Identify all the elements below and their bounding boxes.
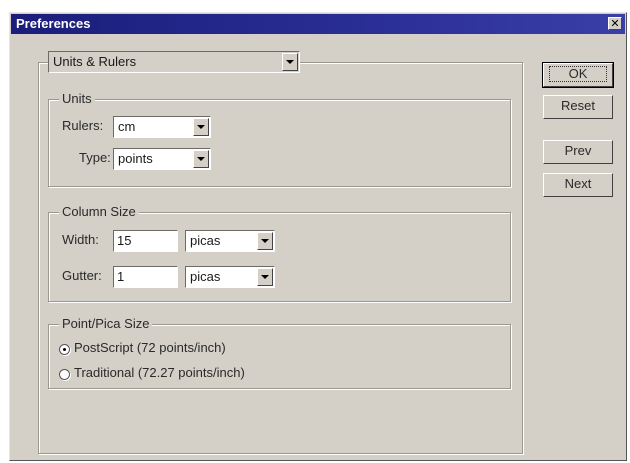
traditional-option-label[interactable]: Traditional (72.27 points/inch) (74, 365, 245, 380)
column-size-group: Column Size Width: 15 picas Gutter: 1 pi… (48, 204, 511, 302)
gutter-unit-select[interactable]: picas (185, 266, 275, 288)
column-size-legend: Column Size (59, 204, 139, 219)
units-legend: Units (59, 91, 95, 106)
chevron-down-icon[interactable] (193, 150, 209, 168)
rulers-label: Rulers: (62, 118, 104, 133)
next-button[interactable]: Next (543, 173, 613, 197)
point-pica-legend: Point/Pica Size (59, 316, 153, 331)
type-select-value: points (118, 151, 153, 166)
type-select[interactable]: points (113, 148, 211, 170)
gutter-unit-value: picas (190, 269, 221, 284)
postscript-radio[interactable] (59, 344, 70, 355)
ok-button-label: OK (549, 66, 607, 82)
reset-button[interactable]: Reset (543, 95, 613, 119)
gutter-label: Gutter: (62, 268, 102, 283)
section-select-value: Units & Rulers (53, 54, 137, 69)
width-input[interactable]: 15 (113, 230, 178, 252)
rulers-select-value: cm (118, 119, 136, 134)
close-button[interactable]: ✕ (608, 17, 622, 30)
chevron-down-icon[interactable] (282, 53, 298, 71)
width-label: Width: (62, 232, 99, 247)
prev-button[interactable]: Prev (543, 140, 613, 164)
units-group: Units Rulers: cm Type: points (48, 91, 511, 187)
preferences-dialog: Preferences ✕ Units & Rulers Units Ruler… (9, 12, 627, 461)
title-bar[interactable]: Preferences ✕ (11, 14, 625, 34)
point-pica-group: Point/Pica Size PostScript (72 points/in… (48, 316, 511, 389)
postscript-option-label[interactable]: PostScript (72 points/inch) (74, 340, 226, 355)
type-label: Type: (79, 150, 111, 165)
rulers-select[interactable]: cm (113, 116, 211, 138)
ok-button[interactable]: OK (542, 62, 614, 88)
traditional-radio[interactable] (59, 369, 70, 380)
window-title: Preferences (16, 16, 91, 31)
chevron-down-icon[interactable] (193, 118, 209, 136)
chevron-down-icon[interactable] (257, 268, 273, 286)
section-select[interactable]: Units & Rulers (48, 51, 300, 73)
width-unit-value: picas (190, 233, 221, 248)
gutter-input[interactable]: 1 (113, 266, 178, 288)
width-unit-select[interactable]: picas (185, 230, 275, 252)
chevron-down-icon[interactable] (257, 232, 273, 250)
